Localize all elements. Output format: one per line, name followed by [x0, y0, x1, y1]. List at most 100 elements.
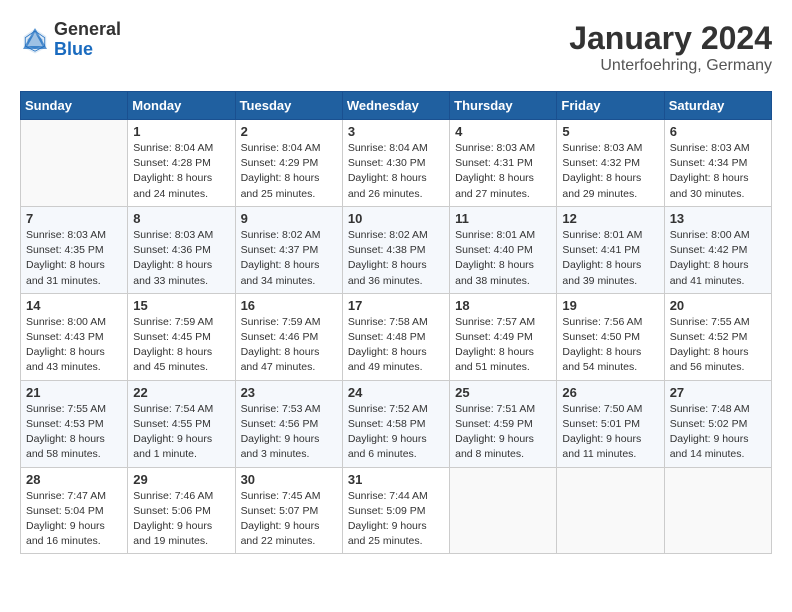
day-detail: Sunrise: 7:47 AMSunset: 5:04 PMDaylight:…: [26, 489, 122, 550]
day-detail: Sunrise: 7:50 AMSunset: 5:01 PMDaylight:…: [562, 402, 658, 463]
calendar-cell: 4Sunrise: 8:03 AMSunset: 4:31 PMDaylight…: [450, 120, 557, 207]
day-number: 10: [348, 211, 444, 226]
calendar-week-row: 21Sunrise: 7:55 AMSunset: 4:53 PMDayligh…: [21, 380, 772, 467]
day-detail: Sunrise: 8:03 AMSunset: 4:31 PMDaylight:…: [455, 141, 551, 202]
day-detail: Sunrise: 7:58 AMSunset: 4:48 PMDaylight:…: [348, 315, 444, 376]
calendar-cell: 8 Sunrise: 8:03 AMSunset: 4:36 PMDaylight…: [128, 206, 235, 293]
day-number: 16: [241, 298, 337, 313]
calendar-week-row: 1 Sunrise: 8:04 AMSunset: 4:28 PMDaylight…: [21, 120, 772, 207]
day-detail: Sunrise: 7:52 AMSunset: 4:58 PMDaylight:…: [348, 402, 444, 463]
day-detail: Sunrise: 7:55 AMSunset: 4:52 PMDaylight:…: [670, 315, 766, 376]
calendar-cell: 6 Sunrise: 8:03 AMSunset: 4:34 PMDaylight…: [664, 120, 771, 207]
day-detail: Sunrise: 8:04 AMSunset: 4:30 PMDaylight:…: [348, 141, 444, 202]
calendar-cell: [664, 467, 771, 554]
calendar-cell: 14 Sunrise: 8:00 AMSunset: 4:43 PMDayligh…: [21, 293, 128, 380]
day-detail: Sunrise: 7:48 AMSunset: 5:02 PMDaylight:…: [670, 402, 766, 463]
calendar-cell: 21Sunrise: 7:55 AMSunset: 4:53 PMDayligh…: [21, 380, 128, 467]
day-detail: Sunrise: 8:03 AMSunset: 4:34 PMDaylight:…: [670, 141, 766, 202]
day-detail: Sunrise: 7:56 AMSunset: 4:50 PMDaylight:…: [562, 315, 658, 376]
day-detail: Sunrise: 7:46 AMSunset: 5:06 PMDaylight:…: [133, 489, 229, 550]
day-detail: Sunrise: 7:55 AMSunset: 4:53 PMDaylight:…: [26, 402, 122, 463]
calendar-cell: 23Sunrise: 7:53 AMSunset: 4:56 PMDayligh…: [235, 380, 342, 467]
day-detail: Sunrise: 8:02 AMSunset: 4:38 PMDaylight:…: [348, 228, 444, 289]
calendar-cell: 2Sunrise: 8:04 AMSunset: 4:29 PMDaylight…: [235, 120, 342, 207]
day-number: 6: [670, 124, 766, 139]
calendar-cell: 7Sunrise: 8:03 AMSunset: 4:35 PMDaylight…: [21, 206, 128, 293]
day-detail: Sunrise: 8:03 AMSunset: 4:36 PMDaylight:…: [133, 228, 229, 289]
day-number: 9: [241, 211, 337, 226]
calendar-cell: 11Sunrise: 8:01 AMSunset: 4:40 PMDayligh…: [450, 206, 557, 293]
header-day: Thursday: [450, 92, 557, 120]
day-number: 26: [562, 385, 658, 400]
calendar-cell: [450, 467, 557, 554]
day-number: 12: [562, 211, 658, 226]
calendar-cell: 28 Sunrise: 7:47 AMSunset: 5:04 PMDayligh…: [21, 467, 128, 554]
calendar-body: 1 Sunrise: 8:04 AMSunset: 4:28 PMDaylight…: [21, 120, 772, 554]
title-block: January 2024 Unterfoehring, Germany: [569, 20, 772, 75]
logo: General Blue: [20, 20, 121, 60]
day-number: 14: [26, 298, 122, 313]
day-number: 31: [348, 472, 444, 487]
calendar-subtitle: Unterfoehring, Germany: [569, 57, 772, 75]
day-number: 8: [133, 211, 229, 226]
day-detail: Sunrise: 8:01 AMSunset: 4:40 PMDaylight:…: [455, 228, 551, 289]
day-number: 18: [455, 298, 551, 313]
day-detail: Sunrise: 7:51 AMSunset: 4:59 PMDaylight:…: [455, 402, 551, 463]
calendar-cell: 3 Sunrise: 8:04 AMSunset: 4:30 PMDaylight…: [342, 120, 449, 207]
calendar-cell: 16 Sunrise: 7:59 AMSunset: 4:46 PMDayligh…: [235, 293, 342, 380]
calendar-cell: [21, 120, 128, 207]
calendar-cell: 15Sunrise: 7:59 AMSunset: 4:45 PMDayligh…: [128, 293, 235, 380]
day-number: 27: [670, 385, 766, 400]
calendar-cell: 29 Sunrise: 7:46 AMSunset: 5:06 PMDayligh…: [128, 467, 235, 554]
calendar-cell: 22Sunrise: 7:54 AMSunset: 4:55 PMDayligh…: [128, 380, 235, 467]
calendar-cell: 5Sunrise: 8:03 AMSunset: 4:32 PMDaylight…: [557, 120, 664, 207]
day-detail: Sunrise: 7:54 AMSunset: 4:55 PMDaylight:…: [133, 402, 229, 463]
day-number: 1: [133, 124, 229, 139]
header-day: Tuesday: [235, 92, 342, 120]
header-day: Friday: [557, 92, 664, 120]
day-number: 3: [348, 124, 444, 139]
calendar-week-row: 14 Sunrise: 8:00 AMSunset: 4:43 PMDayligh…: [21, 293, 772, 380]
day-number: 28: [26, 472, 122, 487]
day-detail: Sunrise: 8:03 AMSunset: 4:32 PMDaylight:…: [562, 141, 658, 202]
calendar-cell: 24 Sunrise: 7:52 AMSunset: 4:58 PMDayligh…: [342, 380, 449, 467]
day-detail: Sunrise: 8:01 AMSunset: 4:41 PMDaylight:…: [562, 228, 658, 289]
calendar-cell: [557, 467, 664, 554]
day-detail: Sunrise: 8:00 AMSunset: 4:42 PMDaylight:…: [670, 228, 766, 289]
day-number: 25: [455, 385, 551, 400]
day-detail: Sunrise: 8:02 AMSunset: 4:37 PMDaylight:…: [241, 228, 337, 289]
day-number: 23: [241, 385, 337, 400]
day-number: 30: [241, 472, 337, 487]
calendar-cell: 17Sunrise: 7:58 AMSunset: 4:48 PMDayligh…: [342, 293, 449, 380]
day-number: 13: [670, 211, 766, 226]
logo-icon: [20, 25, 50, 55]
day-detail: Sunrise: 7:45 AMSunset: 5:07 PMDaylight:…: [241, 489, 337, 550]
day-detail: Sunrise: 7:59 AMSunset: 4:46 PMDaylight:…: [241, 315, 337, 376]
calendar-cell: 19 Sunrise: 7:56 AMSunset: 4:50 PMDayligh…: [557, 293, 664, 380]
calendar-cell: 18 Sunrise: 7:57 AMSunset: 4:49 PMDayligh…: [450, 293, 557, 380]
calendar-week-row: 7Sunrise: 8:03 AMSunset: 4:35 PMDaylight…: [21, 206, 772, 293]
day-detail: Sunrise: 8:04 AMSunset: 4:28 PMDaylight:…: [133, 141, 229, 202]
calendar-header: SundayMondayTuesdayWednesdayThursdayFrid…: [21, 92, 772, 120]
day-number: 24: [348, 385, 444, 400]
calendar-cell: 12 Sunrise: 8:01 AMSunset: 4:41 PMDayligh…: [557, 206, 664, 293]
calendar-title: January 2024: [569, 20, 772, 57]
day-detail: Sunrise: 8:00 AMSunset: 4:43 PMDaylight:…: [26, 315, 122, 376]
day-number: 19: [562, 298, 658, 313]
logo-general-text: General: [54, 20, 121, 40]
day-detail: Sunrise: 8:04 AMSunset: 4:29 PMDaylight:…: [241, 141, 337, 202]
calendar-cell: 27 Sunrise: 7:48 AMSunset: 5:02 PMDayligh…: [664, 380, 771, 467]
calendar-table: SundayMondayTuesdayWednesdayThursdayFrid…: [20, 91, 772, 554]
calendar-cell: 31Sunrise: 7:44 AMSunset: 5:09 PMDayligh…: [342, 467, 449, 554]
day-detail: Sunrise: 7:59 AMSunset: 4:45 PMDaylight:…: [133, 315, 229, 376]
header-day: Monday: [128, 92, 235, 120]
day-detail: Sunrise: 7:57 AMSunset: 4:49 PMDaylight:…: [455, 315, 551, 376]
header-day: Wednesday: [342, 92, 449, 120]
header-row: SundayMondayTuesdayWednesdayThursdayFrid…: [21, 92, 772, 120]
calendar-week-row: 28 Sunrise: 7:47 AMSunset: 5:04 PMDayligh…: [21, 467, 772, 554]
day-number: 29: [133, 472, 229, 487]
logo-text: General Blue: [54, 20, 121, 60]
logo-blue-text: Blue: [54, 40, 121, 60]
calendar-cell: 10 Sunrise: 8:02 AMSunset: 4:38 PMDayligh…: [342, 206, 449, 293]
header-day: Saturday: [664, 92, 771, 120]
